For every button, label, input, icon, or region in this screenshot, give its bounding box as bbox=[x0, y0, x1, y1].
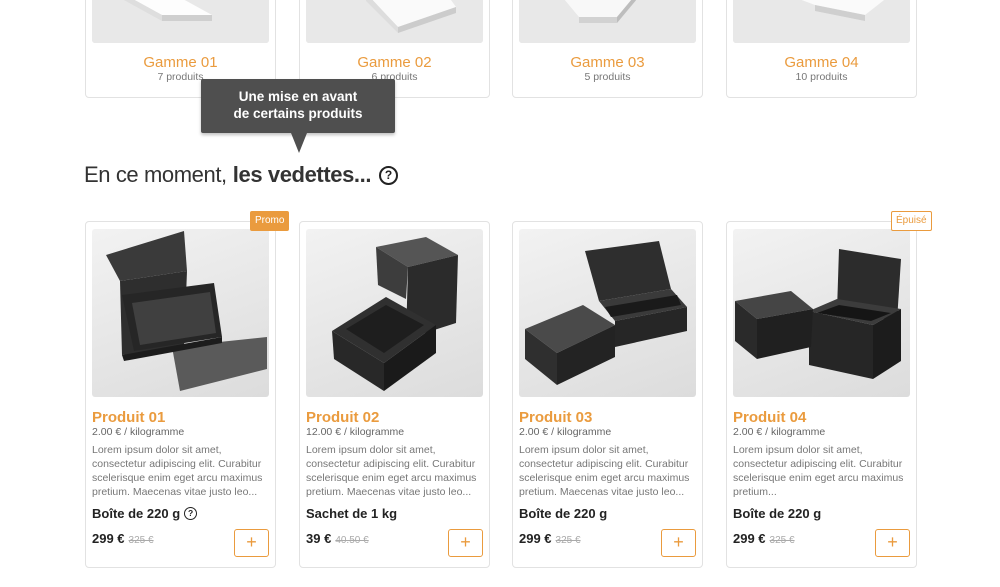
category-name: Gamme 01 bbox=[143, 54, 218, 71]
product-price: 299 € 325 € bbox=[519, 531, 581, 546]
category-image bbox=[733, 0, 910, 43]
product-unit-price: 2.00 € / kilogramme bbox=[519, 426, 612, 438]
product-image bbox=[92, 229, 269, 397]
category-image bbox=[92, 0, 269, 43]
help-icon[interactable]: ? bbox=[379, 165, 399, 185]
product-description: Lorem ipsum dolor sit amet, consectetur … bbox=[92, 444, 263, 498]
product-packaging: Boîte de 220 g bbox=[733, 506, 821, 521]
current-price: 299 € bbox=[519, 531, 552, 546]
product-packaging: Boîte de 220 g bbox=[519, 506, 607, 521]
add-to-cart-button[interactable]: + bbox=[661, 529, 696, 557]
product-card[interactable]: Produit 04 2.00 € / kilogramme Lorem ips… bbox=[726, 221, 917, 568]
old-price: 325 € bbox=[555, 535, 581, 546]
product-packaging: Sachet de 1 kg bbox=[306, 506, 397, 521]
tooltip-arrow bbox=[291, 133, 307, 153]
product-image bbox=[306, 229, 483, 397]
product-card[interactable]: Produit 03 2.00 € / kilogramme Lorem ips… bbox=[512, 221, 703, 568]
current-price: 39 € bbox=[306, 531, 332, 546]
sold-out-badge: Épuisé bbox=[891, 211, 932, 231]
packaging-label: Boîte de 220 g bbox=[733, 506, 822, 521]
help-tooltip: Une mise en avant de certains produits bbox=[201, 79, 395, 133]
old-price: 40.50 € bbox=[335, 535, 369, 546]
category-image bbox=[519, 0, 696, 43]
section-title-highlight: les vedettes... bbox=[232, 162, 372, 187]
category-count: 10 produits bbox=[795, 71, 848, 83]
section-title: En ce moment, les vedettes... ? bbox=[84, 160, 399, 190]
product-packaging: Boîte de 220 g ? bbox=[92, 506, 198, 521]
promo-badge: Promo bbox=[250, 211, 290, 231]
section-title-prefix: En ce moment, bbox=[84, 162, 227, 187]
product-name[interactable]: Produit 03 bbox=[519, 409, 592, 426]
product-price: 299 € 325 € bbox=[733, 531, 795, 546]
old-price: 325 € bbox=[128, 535, 154, 546]
product-image bbox=[519, 229, 696, 397]
product-name[interactable]: Produit 01 bbox=[92, 409, 165, 426]
product-price: 299 € 325 € bbox=[92, 531, 154, 546]
old-price: 325 € bbox=[769, 535, 795, 546]
product-unit-price: 2.00 € / kilogramme bbox=[733, 426, 826, 438]
category-card-gamme-04[interactable]: Gamme 04 10 produits bbox=[726, 0, 917, 98]
product-name[interactable]: Produit 04 bbox=[733, 409, 806, 426]
product-unit-price: 2.00 € / kilogramme bbox=[92, 426, 185, 438]
tooltip-line-1: Une mise en avant bbox=[238, 89, 358, 104]
product-unit-price: 12.00 € / kilogramme bbox=[306, 426, 405, 438]
product-name[interactable]: Produit 02 bbox=[306, 409, 379, 426]
category-name: Gamme 02 bbox=[357, 54, 432, 71]
product-card[interactable]: Produit 02 12.00 € / kilogramme Lorem ip… bbox=[299, 221, 490, 568]
category-name: Gamme 03 bbox=[570, 54, 645, 71]
help-icon[interactable]: ? bbox=[184, 507, 198, 520]
add-to-cart-button[interactable]: + bbox=[448, 529, 483, 557]
category-card-gamme-03[interactable]: Gamme 03 5 produits bbox=[512, 0, 703, 98]
packaging-label: Boîte de 220 g bbox=[519, 506, 608, 521]
tooltip-line-2: de certains produits bbox=[233, 106, 363, 121]
category-name: Gamme 04 bbox=[784, 54, 859, 71]
product-description: Lorem ipsum dolor sit amet, consectetur … bbox=[306, 444, 477, 498]
product-image bbox=[733, 229, 910, 397]
category-count: 5 produits bbox=[584, 71, 631, 83]
add-to-cart-button[interactable]: + bbox=[234, 529, 269, 557]
current-price: 299 € bbox=[92, 531, 125, 546]
add-to-cart-button[interactable]: + bbox=[875, 529, 910, 557]
packaging-label: Sachet de 1 kg bbox=[306, 506, 398, 521]
product-card[interactable]: Produit 01 2.00 € / kilogramme Lorem ips… bbox=[85, 221, 276, 568]
current-price: 299 € bbox=[733, 531, 766, 546]
product-price: 39 € 40.50 € bbox=[306, 531, 369, 546]
product-description: Lorem ipsum dolor sit amet, consectetur … bbox=[519, 444, 690, 498]
category-image bbox=[306, 0, 483, 43]
packaging-label: Boîte de 220 g bbox=[92, 506, 181, 521]
product-description: Lorem ipsum dolor sit amet, consectetur … bbox=[733, 444, 904, 498]
